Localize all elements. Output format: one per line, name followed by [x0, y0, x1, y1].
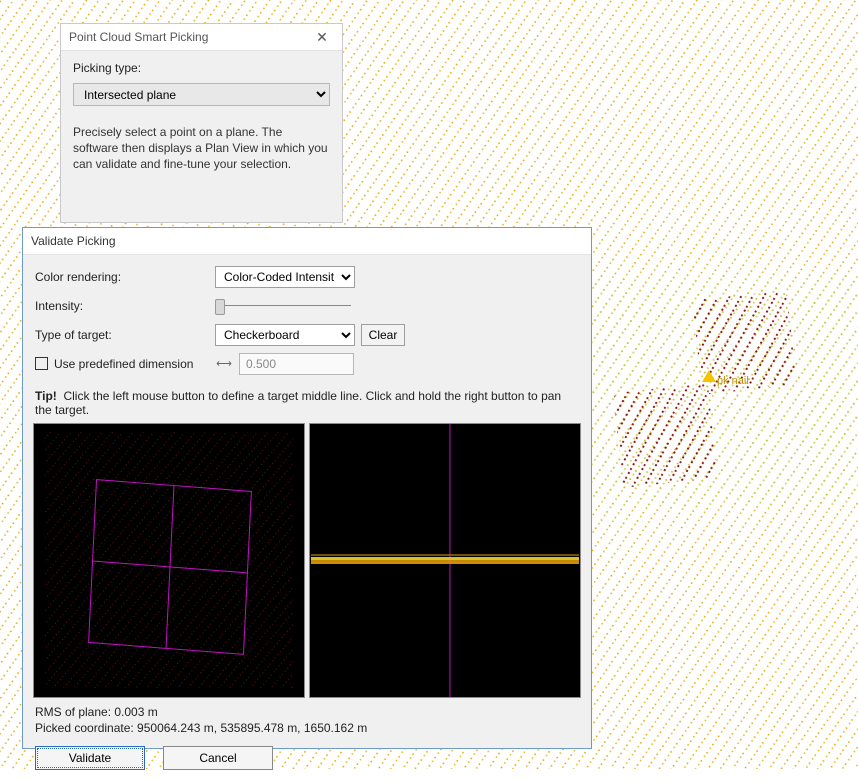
smart-picking-dialog: Point Cloud Smart Picking ✕ Picking type… [60, 23, 343, 223]
color-rendering-select[interactable]: Color-Coded Intensity [215, 266, 355, 288]
picking-type-label: Picking type: [73, 61, 330, 75]
use-predefined-label: Use predefined dimension [54, 357, 193, 371]
validate-picking-dialog: Validate Picking Color rendering: Color-… [22, 227, 592, 749]
smart-picking-title: Point Cloud Smart Picking [69, 30, 310, 44]
rms-of-plane-text: RMS of plane: 0.003 m [35, 704, 579, 720]
tip-prefix: Tip! [35, 389, 57, 403]
picking-type-description: Precisely select a point on a plane. The… [73, 124, 330, 172]
annotation-label: pk nail [717, 375, 749, 387]
plan-view-viewport[interactable] [33, 423, 305, 698]
picking-type-select[interactable]: Intersected plane [73, 83, 330, 106]
picked-coordinate-text: Picked coordinate: 950064.243 m, 535895.… [35, 720, 579, 736]
tip-text: Click the left mouse button to define a … [35, 389, 561, 417]
validate-button[interactable]: Validate [35, 746, 145, 770]
marker-triangle-icon [702, 370, 716, 382]
use-predefined-checkbox[interactable] [35, 357, 48, 370]
dimension-icon: ⟷ [215, 355, 233, 373]
type-of-target-label: Type of target: [35, 328, 215, 342]
type-of-target-select[interactable]: Checkerboard [215, 324, 355, 346]
validate-picking-title: Validate Picking [31, 234, 116, 248]
intensity-slider[interactable] [215, 296, 355, 316]
close-icon[interactable]: ✕ [310, 29, 334, 46]
profile-view-viewport[interactable] [309, 423, 581, 698]
clear-button[interactable]: Clear [361, 324, 405, 346]
predefined-dimension-input[interactable] [239, 353, 354, 375]
intensity-label: Intensity: [35, 299, 215, 313]
cancel-button[interactable]: Cancel [163, 746, 273, 770]
color-rendering-label: Color rendering: [35, 270, 215, 284]
